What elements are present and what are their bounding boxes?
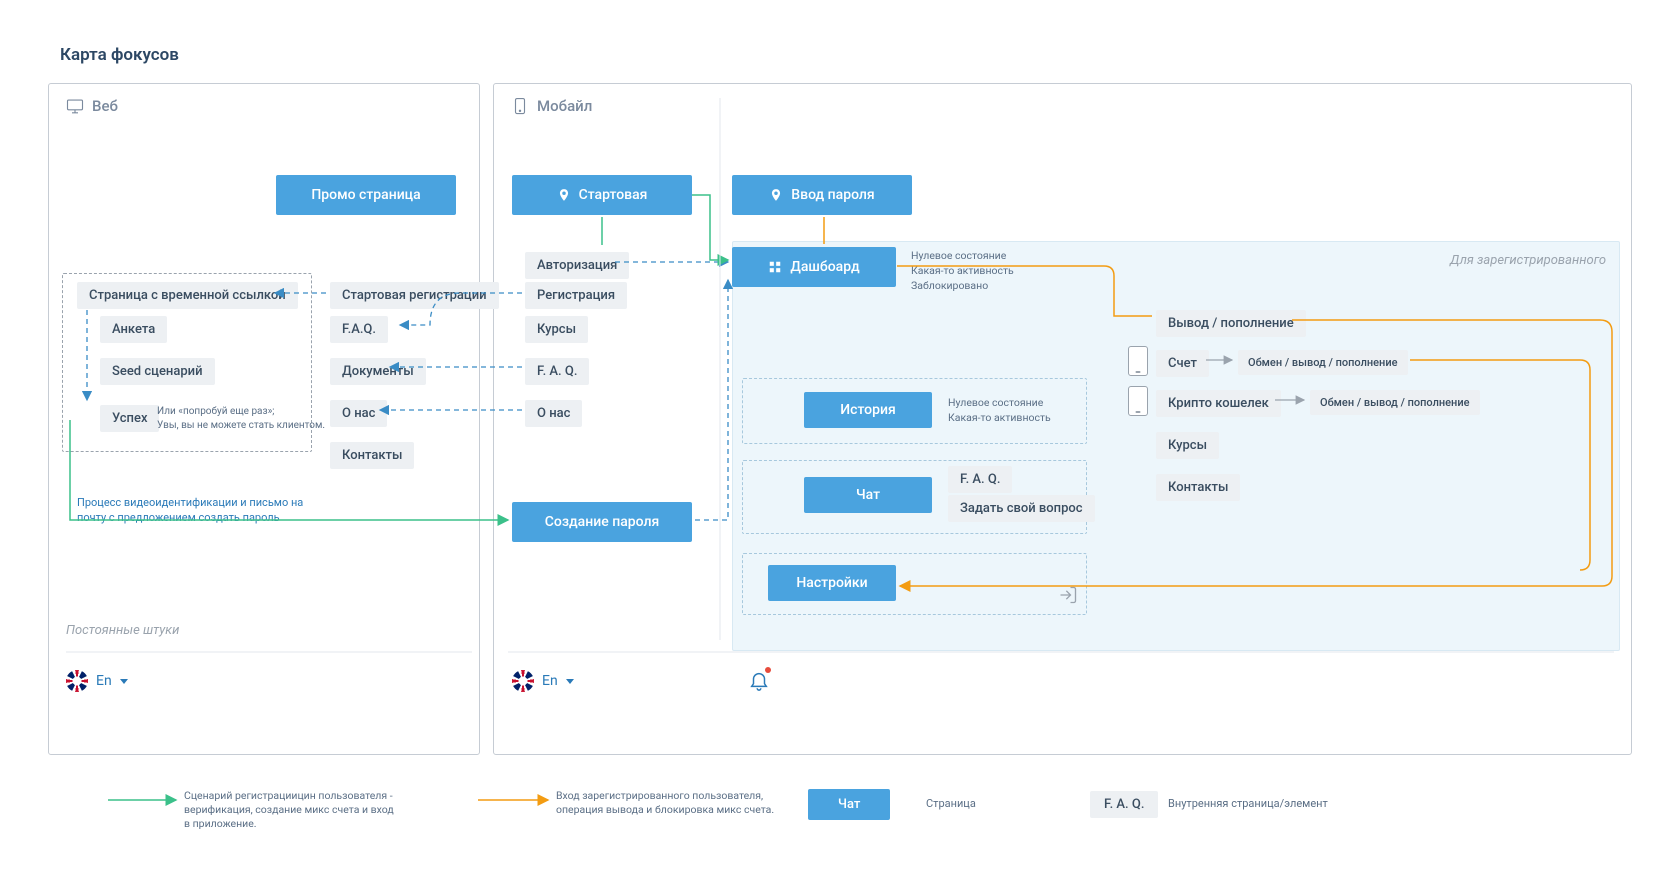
legend-inner-label: Внутренняя страница/элемент [1168,797,1328,810]
start-reg-chip[interactable]: Стартовая регистрации [330,282,499,309]
promo-page-node[interactable]: Промо страница [276,175,456,215]
web-lang-selector[interactable]: En [66,670,128,692]
pin-icon [557,188,571,202]
web-docs-chip[interactable]: Документы [330,358,426,385]
m-about-chip[interactable]: О нас [525,400,582,427]
account-chip[interactable]: Счет [1156,350,1209,377]
m-courses-chip[interactable]: Курсы [525,316,588,343]
history-states: Нулевое состояние Какая-то активность [948,395,1051,425]
web-contacts-chip[interactable]: Контакты [330,442,414,469]
legend-page-label: Страница [926,797,976,810]
chat-node[interactable]: Чат [804,477,932,513]
process-note: Процесс видеоидентификации и письмо на п… [77,495,303,526]
auth-chip[interactable]: Авторизация [525,252,629,279]
for-registered-label: Для зарегистрированного [1450,253,1606,268]
permanent-label: Постоянные штуки [66,623,179,638]
mobile-lang-label: En [542,673,558,689]
chat-ask-chip[interactable]: Задать свой вопрос [948,495,1095,522]
legend-faq-chip: F. A. Q. [1090,791,1158,818]
notification-dot [765,667,771,673]
caret-down-icon [566,679,574,684]
history-node[interactable]: История [804,392,932,428]
m-faq-chip[interactable]: F. A. Q. [525,358,589,385]
mobile-icon [511,97,529,115]
success-note: Или «попробуй еще раз»; Увы, вы не может… [157,405,325,432]
web-panel-header: Веб [66,97,118,115]
web-faq-chip[interactable]: F.A.Q. [330,316,388,343]
withdraw-chip[interactable]: Вывод / пополнение [1156,310,1306,337]
reg-chip[interactable]: Регистрация [525,282,627,309]
anketa-chip[interactable]: Анкета [100,316,167,343]
enter-password-node[interactable]: Ввод пароля [732,175,912,215]
pin-icon [769,188,783,202]
phone-icon-crypto [1128,386,1148,416]
temp-link-title[interactable]: Страница с временной ссылкой [77,282,298,309]
chat-faq-chip[interactable]: F. A. Q. [948,466,1012,493]
uk-flag-icon [66,670,88,692]
dashboard-label: Дашбоард [790,259,859,275]
exit-icon[interactable] [1058,585,1078,605]
create-password-node[interactable]: Создание пароля [512,502,692,542]
desktop-icon [66,97,84,115]
grid-icon [768,260,782,274]
crypto-ops-chip[interactable]: Обмен / вывод / пополнение [1310,390,1480,415]
dashboard-node[interactable]: Дашбоард [732,247,896,287]
account-ops-chip[interactable]: Обмен / вывод / пополнение [1238,350,1408,375]
success-chip[interactable]: Успех [100,405,159,432]
mobile-panel-header: Мобайл [511,97,592,115]
legend-chat-btn: Чат [808,789,890,820]
web-lang-label: En [96,673,112,689]
dashboard-states: Нулевое состояние Какая-то активность За… [911,248,1014,294]
m-courses2-chip[interactable]: Курсы [1156,432,1219,459]
crypto-chip[interactable]: Крипто кошелек [1156,390,1281,417]
page-title: Карта фокусов [60,45,179,65]
uk-flag-icon [512,670,534,692]
settings-node[interactable]: Настройки [768,565,896,601]
legend-orange-text: Вход зарегистрированного пользователя, о… [556,789,786,817]
caret-down-icon [120,679,128,684]
m-contacts2-chip[interactable]: Контакты [1156,474,1240,501]
bell-icon[interactable] [748,668,770,696]
web-about-chip[interactable]: О нас [330,400,387,427]
enter-password-label: Ввод пароля [791,187,874,203]
start-label: Стартовая [579,187,648,203]
seed-chip[interactable]: Seed сценарий [100,358,215,385]
web-title: Веб [92,97,118,115]
mobile-lang-selector[interactable]: En [512,670,574,692]
legend-green-text: Сценарий регистрациицин пользователя - в… [184,789,414,832]
phone-icon-account [1128,346,1148,376]
mobile-title: Мобайл [537,97,592,115]
start-node[interactable]: Стартовая [512,175,692,215]
